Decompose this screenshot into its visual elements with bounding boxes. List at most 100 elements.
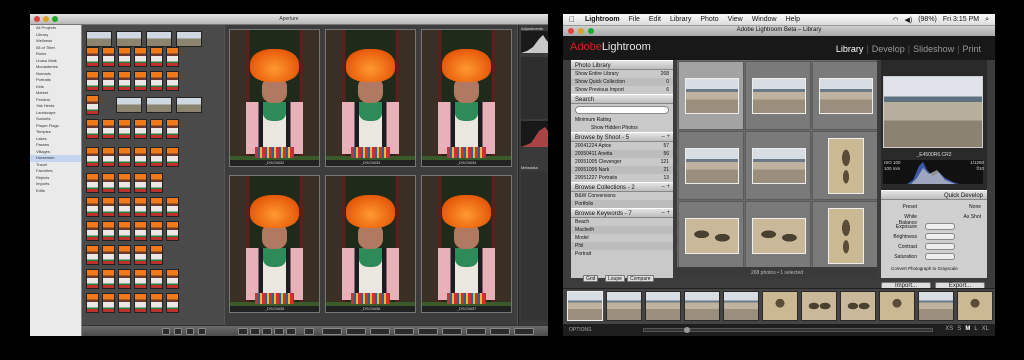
menu-library[interactable]: Library bbox=[670, 16, 691, 23]
inspector-controls[interactable] bbox=[521, 57, 548, 119]
view-compare-button[interactable]: Compare bbox=[627, 275, 654, 282]
menu-lightroom[interactable]: Lightroom bbox=[585, 16, 620, 23]
photo-thumbnail[interactable] bbox=[134, 269, 147, 289]
photo-thumbnail[interactable] bbox=[86, 293, 99, 313]
toolbar-button[interactable] bbox=[274, 328, 284, 335]
apple-menu-icon[interactable]:  bbox=[569, 15, 575, 24]
photo-thumbnail[interactable] bbox=[118, 47, 131, 67]
toolbar-button[interactable] bbox=[370, 328, 390, 335]
photo-thumbnail[interactable] bbox=[134, 221, 147, 241]
photo-thumbnail[interactable] bbox=[150, 119, 163, 139]
module-slideshow[interactable]: Slideshow bbox=[913, 44, 954, 54]
shoot-item[interactable]: 20051005 Clevenger 121 bbox=[571, 158, 673, 166]
photo-thumbnail[interactable] bbox=[118, 119, 131, 139]
toolbar-button[interactable] bbox=[286, 328, 296, 335]
photo-thumbnail[interactable] bbox=[102, 173, 115, 193]
photo-thumbnail[interactable] bbox=[150, 47, 163, 67]
filmstrip-thumbnail[interactable] bbox=[918, 291, 954, 321]
filmstrip-thumbnail[interactable] bbox=[762, 291, 798, 321]
filmstrip-thumbnail[interactable] bbox=[957, 291, 993, 321]
search-header[interactable]: Search bbox=[571, 94, 673, 104]
toolbar-button[interactable] bbox=[198, 328, 206, 335]
quick-develop-row[interactable]: Brightness bbox=[885, 233, 983, 241]
keywords-header[interactable]: Browse Keywords - 7 – + bbox=[571, 208, 673, 218]
shoot-item[interactable]: 20051005 Nark 21 bbox=[571, 166, 673, 174]
module-develop[interactable]: Develop bbox=[872, 44, 905, 54]
menu-edit[interactable]: Edit bbox=[649, 16, 661, 23]
photo-thumbnail[interactable] bbox=[150, 269, 163, 289]
photo-thumbnail[interactable] bbox=[134, 173, 147, 193]
photo-thumbnail[interactable] bbox=[86, 31, 112, 47]
keyword-item[interactable]: Beach bbox=[571, 218, 673, 226]
main-photo[interactable]: _DSC5637 bbox=[421, 175, 512, 313]
toolbar-button[interactable] bbox=[238, 328, 248, 335]
photo-library-header[interactable]: Photo Library bbox=[571, 60, 673, 70]
photo-thumbnail[interactable] bbox=[134, 245, 147, 265]
add-remove-icon[interactable]: – + bbox=[661, 210, 670, 216]
options-menu[interactable]: OPTIONS bbox=[569, 327, 592, 333]
quick-develop-header[interactable]: Quick Develop bbox=[881, 190, 987, 200]
spotlight-icon[interactable]: ⌕ bbox=[985, 16, 989, 24]
toolbar-button[interactable] bbox=[174, 328, 182, 335]
photo-thumbnail[interactable] bbox=[166, 71, 179, 91]
size-l-button[interactable]: L bbox=[974, 326, 977, 332]
adjust-stepper[interactable] bbox=[925, 243, 955, 250]
toolbar-button[interactable] bbox=[322, 328, 342, 335]
toolbar-button[interactable] bbox=[250, 328, 260, 335]
filmstrip-thumbnail[interactable] bbox=[684, 291, 720, 321]
filmstrip-thumbnail[interactable] bbox=[567, 291, 603, 321]
photo-thumbnail[interactable] bbox=[102, 269, 115, 289]
photo-thumbnail[interactable] bbox=[118, 221, 131, 241]
grid-cell[interactable] bbox=[678, 201, 744, 267]
grid-cell[interactable] bbox=[812, 131, 877, 200]
shoot-item[interactable]: 20051227 Portraits 13 bbox=[571, 174, 673, 182]
size-s-button[interactable]: S bbox=[957, 326, 961, 332]
filmstrip-thumbnail[interactable] bbox=[840, 291, 876, 321]
photo-thumbnail[interactable] bbox=[118, 269, 131, 289]
size-m-button[interactable]: M bbox=[965, 326, 970, 332]
main-photo[interactable]: _DSC5636 bbox=[325, 175, 416, 313]
menu-view[interactable]: View bbox=[728, 16, 743, 23]
photo-thumbnail[interactable] bbox=[86, 119, 99, 139]
photo-thumbnail[interactable] bbox=[102, 147, 115, 167]
photo-thumbnail[interactable] bbox=[134, 119, 147, 139]
photo-thumbnail[interactable] bbox=[86, 71, 99, 91]
main-photo[interactable]: _DSC5633 bbox=[325, 29, 416, 167]
add-remove-icon[interactable]: – + bbox=[661, 134, 670, 140]
photo-thumbnail[interactable] bbox=[134, 147, 147, 167]
menu-window[interactable]: Window bbox=[752, 16, 777, 23]
photo-thumbnail[interactable] bbox=[176, 31, 202, 47]
filmstrip-thumbnail[interactable] bbox=[723, 291, 759, 321]
quick-develop-row[interactable]: Exposure bbox=[885, 223, 983, 231]
wifi-icon[interactable]: ◠ bbox=[892, 16, 898, 24]
photo-thumbnail[interactable] bbox=[102, 197, 115, 217]
menu-photo[interactable]: Photo bbox=[700, 16, 718, 23]
photo-thumbnail[interactable] bbox=[116, 31, 142, 47]
photo-thumbnail[interactable] bbox=[166, 221, 179, 241]
module-print[interactable]: Print bbox=[962, 44, 981, 54]
toolbar-button[interactable] bbox=[394, 328, 414, 335]
clock[interactable]: Fri 3:15 PM bbox=[943, 16, 979, 24]
photo-thumbnail[interactable] bbox=[134, 47, 147, 67]
collections-header[interactable]: Browse Collections - 2 – + bbox=[571, 182, 673, 192]
photo-thumbnail[interactable] bbox=[150, 197, 163, 217]
size-xs-button[interactable]: XS bbox=[945, 326, 953, 332]
module-library[interactable]: Library bbox=[836, 44, 864, 54]
photo-thumbnail[interactable] bbox=[118, 71, 131, 91]
library-item[interactable]: Show Quick Collection 0 bbox=[571, 78, 673, 86]
keyword-item[interactable]: Model bbox=[571, 234, 673, 242]
photo-thumbnail[interactable] bbox=[146, 97, 172, 113]
show-hidden-checkbox[interactable]: Show Hidden Photos bbox=[571, 124, 673, 132]
menu-help[interactable]: Help bbox=[786, 16, 800, 23]
minimum-rating[interactable]: Minimum Rating bbox=[571, 116, 673, 124]
photo-thumbnail[interactable] bbox=[134, 197, 147, 217]
battery-status[interactable]: (98%) bbox=[918, 16, 937, 24]
library-item[interactable]: Show Entire Library 268 bbox=[571, 70, 673, 78]
collection-item[interactable]: Portfolio bbox=[571, 200, 673, 208]
photo-thumbnail[interactable] bbox=[102, 71, 115, 91]
photo-thumbnail[interactable] bbox=[118, 197, 131, 217]
photo-thumbnail[interactable] bbox=[102, 47, 115, 67]
photo-thumbnail[interactable] bbox=[166, 269, 179, 289]
photo-thumbnail[interactable] bbox=[150, 71, 163, 91]
photo-thumbnail[interactable] bbox=[86, 147, 99, 167]
